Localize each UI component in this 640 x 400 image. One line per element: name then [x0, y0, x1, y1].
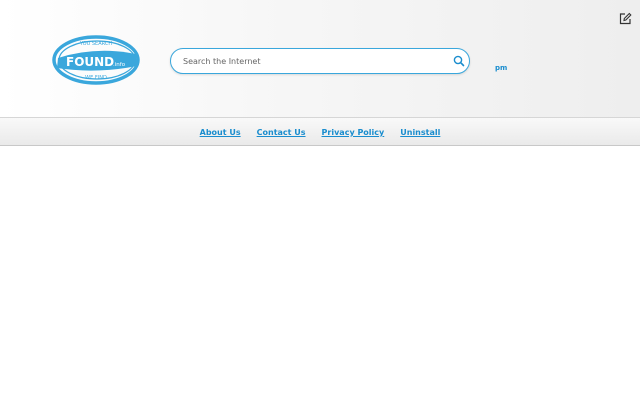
- edit-icon[interactable]: [618, 11, 632, 25]
- logo-main-text: FOUND: [66, 55, 114, 69]
- time-text: pm: [495, 64, 508, 72]
- nav-links: About Us Contact Us Privacy Policy Unins…: [0, 118, 640, 147]
- search-icon[interactable]: [451, 53, 467, 69]
- found-info-logo[interactable]: YOU SEARCH FOUND .info WE FIND: [52, 34, 142, 86]
- logo-bottom-text: WE FIND: [85, 75, 107, 81]
- search-box: [170, 48, 470, 74]
- footer-nav-bar: About Us Contact Us Privacy Policy Unins…: [0, 117, 640, 146]
- logo-suffix-text: .info: [113, 62, 126, 68]
- uninstall-link[interactable]: Uninstall: [400, 128, 440, 137]
- header: YOU SEARCH FOUND .info WE FIND pm: [0, 0, 640, 117]
- contact-us-link[interactable]: Contact Us: [257, 128, 306, 137]
- search-input[interactable]: [183, 52, 441, 70]
- logo-top-text: YOU SEARCH: [79, 41, 112, 47]
- privacy-policy-link[interactable]: Privacy Policy: [322, 128, 385, 137]
- about-us-link[interactable]: About Us: [200, 128, 241, 137]
